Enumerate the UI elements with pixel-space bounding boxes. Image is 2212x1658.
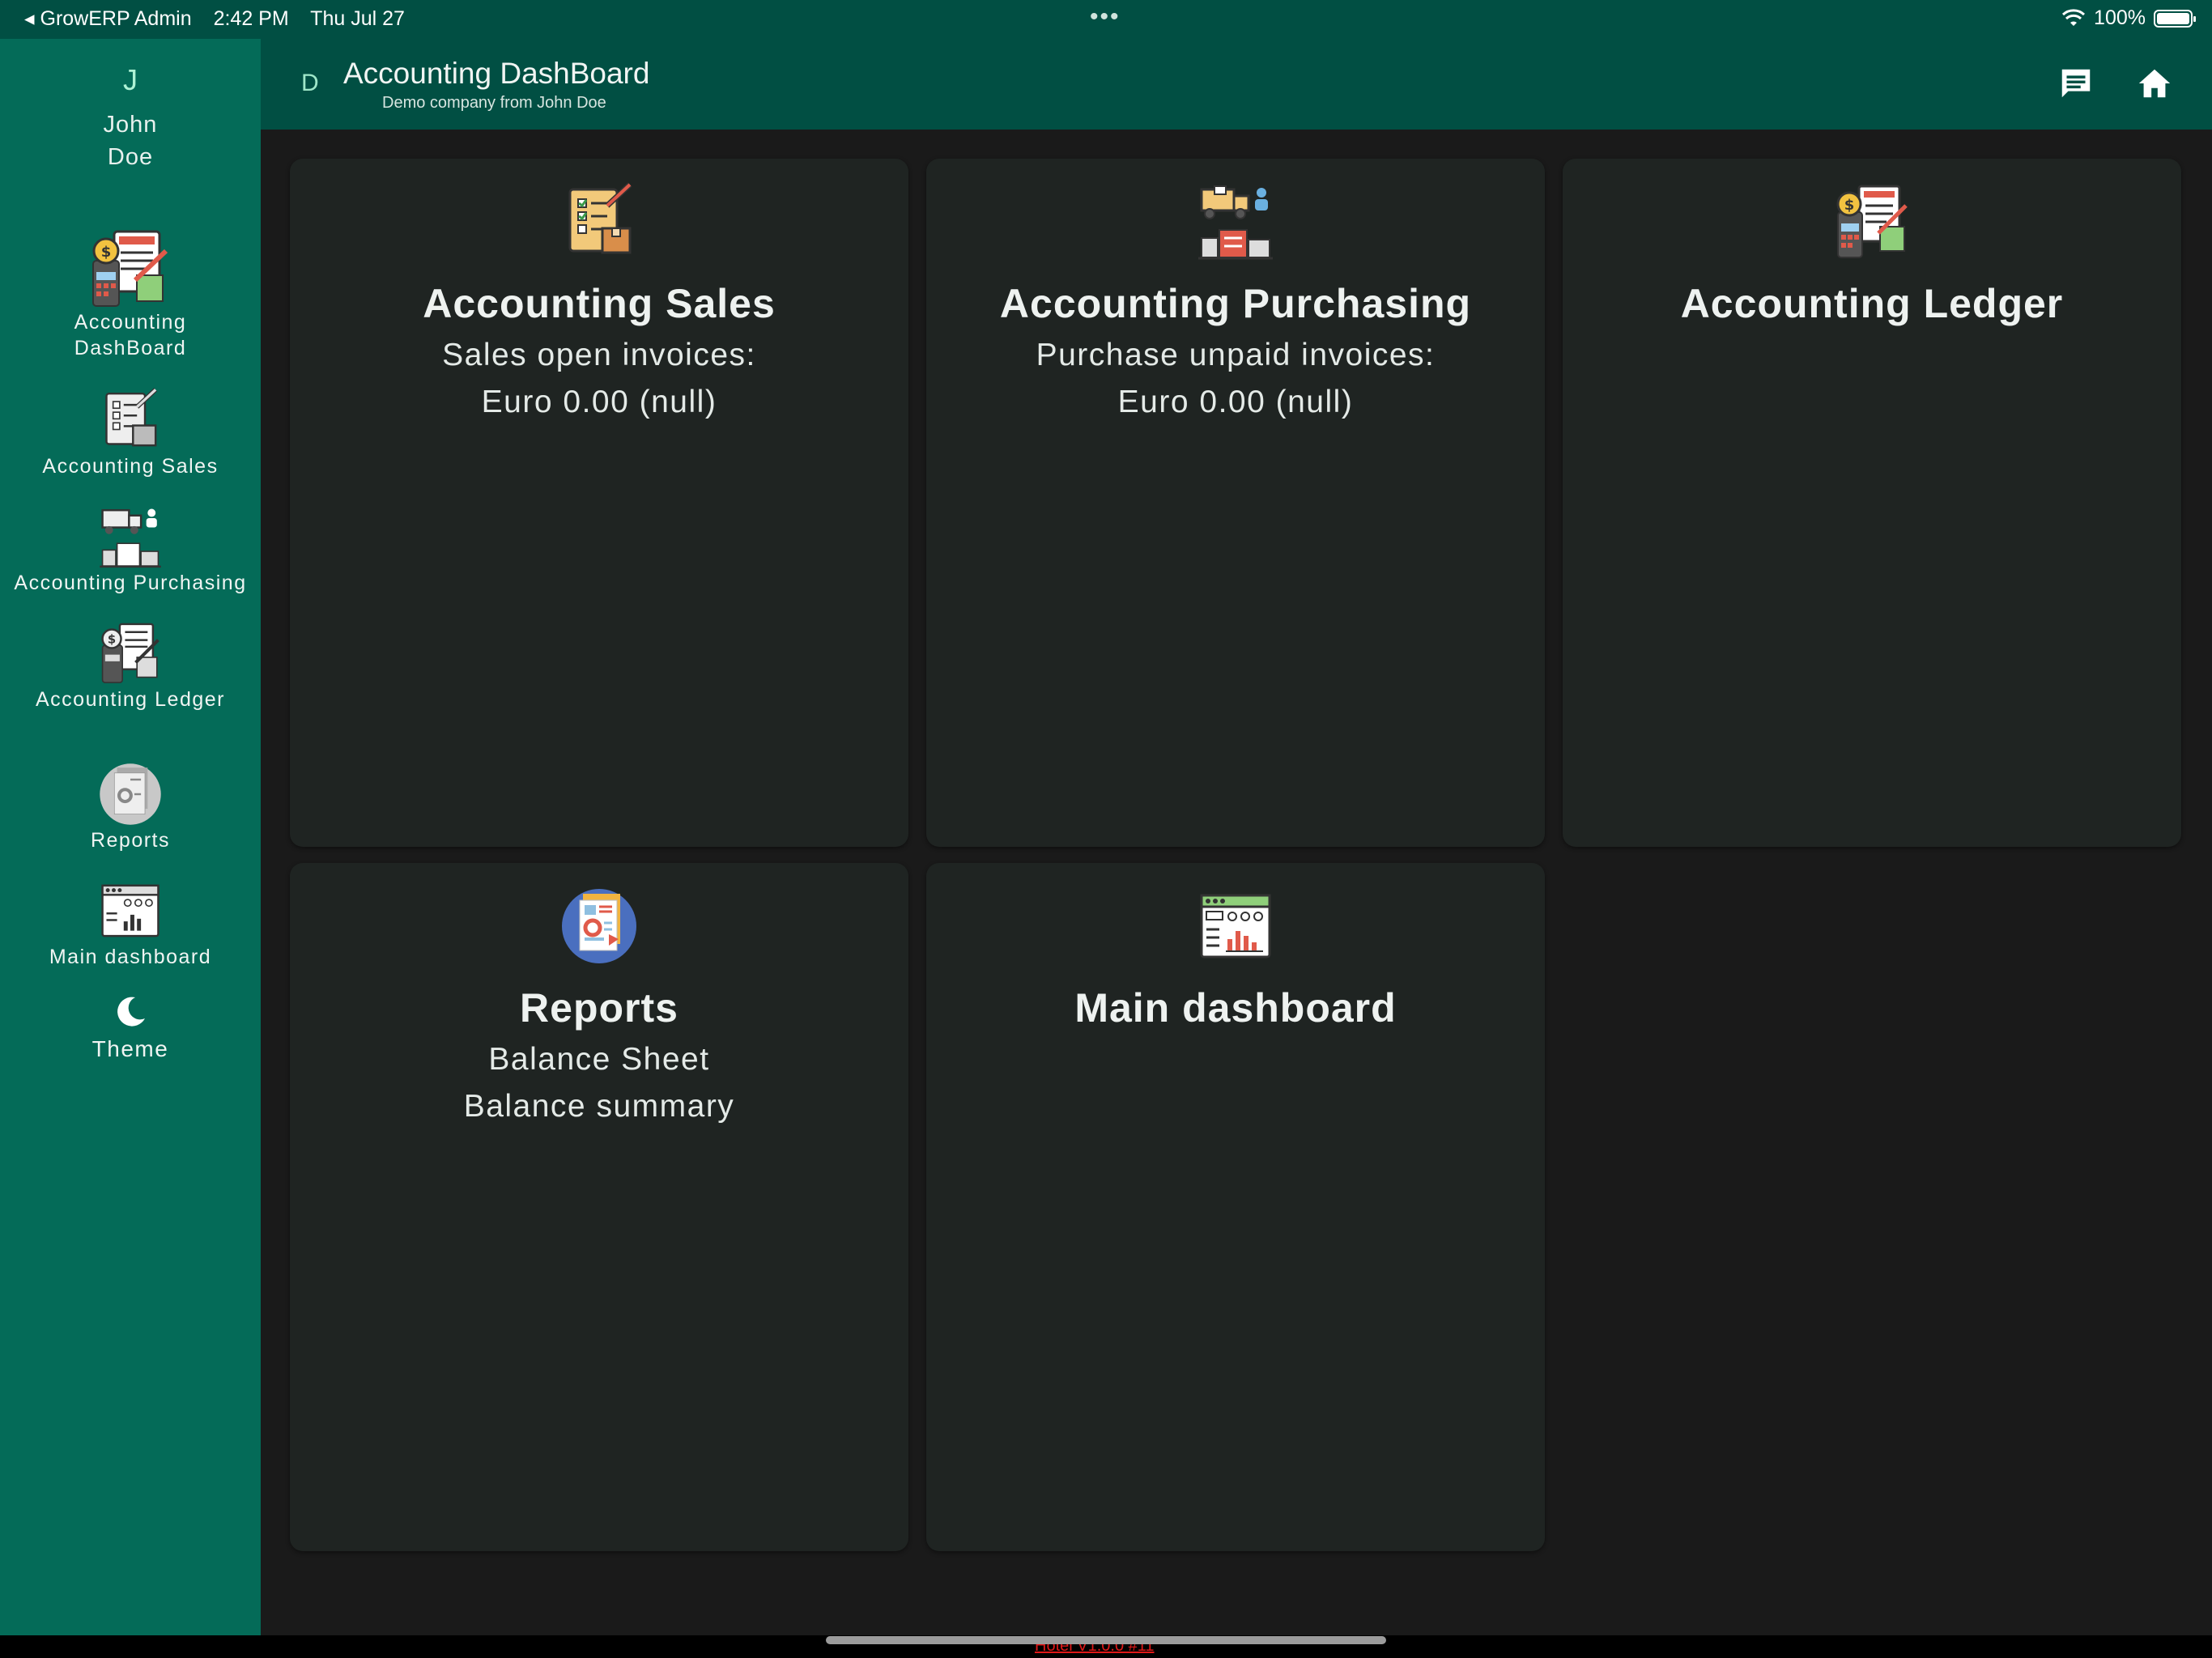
user-last-name: Doe [107, 144, 154, 170]
card-accounting-purchasing[interactable]: Accounting Purchasing Purchase unpaid in… [926, 159, 1545, 847]
rail-item-label: Main dashboard [49, 946, 212, 968]
card-text: Purchase unpaid invoices: [1036, 338, 1436, 372]
chat-icon[interactable] [2057, 65, 2095, 102]
user-first-name: John [103, 112, 158, 138]
card-accounting-ledger[interactable]: Accounting Ledger [1563, 159, 2181, 847]
sales-clipboard-icon [97, 387, 164, 453]
rail-item-label: Accounting [74, 311, 187, 334]
rail-item-main-dashboard[interactable]: Main dashboard [0, 878, 261, 970]
card-title: Accounting Ledger [1680, 281, 2064, 326]
battery-percent: 100% [2094, 6, 2146, 29]
rail-item-label: Accounting Ledger [36, 688, 225, 711]
rail-item-accounting-sales[interactable]: Accounting Sales [0, 387, 261, 479]
rail-item-theme[interactable]: Theme [0, 994, 261, 1062]
rail-item-label: Accounting Purchasing [14, 572, 247, 594]
battery-icon [2154, 9, 2196, 28]
accounting-dashboard-icon [90, 228, 171, 309]
home-indicator[interactable] [826, 1636, 1386, 1644]
purchasing-truck-icon [97, 504, 164, 570]
reports-icon [559, 886, 640, 967]
rail-item-label: Reports [90, 829, 171, 852]
rail-item-accounting-purchasing[interactable]: Accounting Purchasing [0, 504, 261, 596]
status-right: 100% [2061, 6, 2196, 30]
status-date: Thu Jul 27 [310, 7, 405, 30]
rail-item-reports[interactable]: Reports [0, 761, 261, 853]
company-avatar[interactable]: D [301, 70, 319, 97]
page-title: Accounting DashBoard [343, 57, 650, 90]
status-bar: ◂ GrowERP Admin 2:42 PM Thu Jul 27 ••• 1… [0, 0, 2212, 39]
card-value: Euro 0.00 (null) [481, 385, 717, 419]
card-text: Balance summary [463, 1089, 735, 1124]
card-accounting-sales[interactable]: Accounting Sales Sales open invoices: Eu… [290, 159, 908, 847]
status-time: 2:42 PM [213, 7, 289, 30]
dashboard-grid: Accounting Sales Sales open invoices: Eu… [261, 130, 2212, 1635]
main-dashboard-icon [97, 878, 164, 944]
back-to-app-link[interactable]: ◂ GrowERP Admin [24, 7, 192, 30]
app-bar: D Accounting DashBoard Demo company from… [261, 39, 2212, 130]
wifi-icon [2062, 8, 2086, 26]
purchasing-truck-icon [1195, 181, 1276, 262]
card-text: Balance Sheet [488, 1042, 710, 1077]
ledger-icon [97, 620, 164, 687]
home-icon[interactable] [2136, 65, 2173, 102]
navigation-rail: J John Doe Accounting DashBoard Accounti… [0, 39, 261, 1635]
multitasking-dots[interactable]: ••• [1090, 3, 1121, 31]
card-title: Main dashboard [1074, 985, 1397, 1031]
user-avatar[interactable]: J [0, 63, 261, 97]
rail-item-accounting-dashboard[interactable]: Accounting DashBoard [0, 228, 261, 361]
ledger-icon [1831, 181, 1912, 262]
card-title: Reports [520, 985, 678, 1031]
sales-clipboard-icon [559, 181, 640, 262]
user-name[interactable]: John Doe [0, 108, 261, 173]
card-value: Euro 0.00 (null) [1117, 385, 1354, 419]
moon-icon [117, 997, 145, 1027]
card-reports[interactable]: Reports Balance Sheet Balance summary [290, 863, 908, 1551]
card-main-dashboard[interactable]: Main dashboard [926, 863, 1545, 1551]
rail-item-accounting-ledger[interactable]: Accounting Ledger [0, 620, 261, 712]
reports-icon [97, 761, 164, 827]
card-title: Accounting Sales [423, 281, 776, 326]
card-title: Accounting Purchasing [999, 281, 1472, 326]
page-subtitle: Demo company from John Doe [382, 94, 606, 112]
rail-item-label: Accounting Sales [42, 455, 219, 478]
main-dashboard-icon [1195, 886, 1276, 967]
card-text: Sales open invoices: [442, 338, 756, 372]
rail-item-label: DashBoard [74, 337, 187, 359]
status-left: ◂ GrowERP Admin 2:42 PM Thu Jul 27 [24, 6, 421, 31]
rail-item-label: Theme [91, 1036, 169, 1061]
